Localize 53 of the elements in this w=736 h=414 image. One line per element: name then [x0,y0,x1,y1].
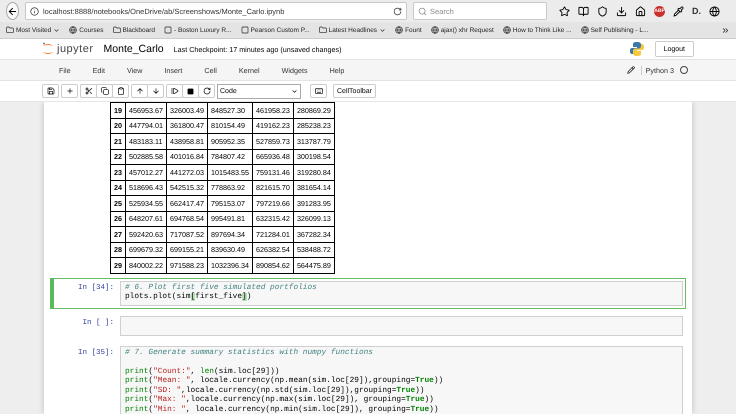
move-up-button[interactable] [131,84,148,98]
jupyter-logo-text: jupyter [57,43,94,55]
home-icon[interactable] [635,6,646,16]
search-icon [418,6,427,16]
info-icon [30,6,39,16]
bookmark-star-icon[interactable] [559,6,570,16]
globe-icon[interactable] [709,6,720,16]
folder-icon [6,26,14,34]
globe-icon [580,26,589,34]
save-icon [46,87,54,95]
globe-icon [395,26,404,34]
notebook-title[interactable]: Monte_Carlo [104,43,164,55]
globe-icon [502,26,511,34]
globe-icon [430,26,439,34]
move-down-button[interactable] [147,84,164,98]
eyedropper-icon[interactable] [673,6,684,16]
back-arrow-icon [7,6,18,16]
jupyter-logo-icon [42,42,54,56]
globe-icon [69,26,78,34]
python-logo-icon [628,41,645,57]
download-icon[interactable] [616,6,627,16]
more-bookmarks-icon[interactable] [721,26,730,34]
folder-icon [112,26,121,34]
scissors-icon [84,87,92,95]
restart-button[interactable] [198,84,215,98]
down-arrow-icon [152,87,160,95]
extension-badge[interactable]: D. [692,6,701,16]
step-forward-icon [170,87,178,95]
keyboard-icon [314,87,322,95]
insert-cell-button[interactable] [61,84,78,98]
reload-icon[interactable] [393,6,402,16]
stop-icon [187,88,194,94]
copy-icon [100,87,108,95]
plus-icon [66,87,74,95]
clipboard-icon [116,87,124,95]
square-icon [240,26,248,34]
edit-icon[interactable] [626,66,635,74]
run-button[interactable] [166,84,183,98]
copy-button[interactable] [96,84,113,98]
back-button[interactable] [6,2,19,20]
restart-icon [202,87,210,95]
reader-icon[interactable] [578,6,589,16]
save-button[interactable] [42,84,59,98]
paste-button[interactable] [112,84,129,98]
square-icon [164,26,172,34]
folder-icon [318,26,327,34]
shield-icon[interactable] [597,6,608,16]
code-editor[interactable] [120,346,683,414]
command-palette-button[interactable] [310,84,327,98]
caret-icon [291,88,298,94]
cut-button[interactable] [80,84,97,98]
up-arrow-icon [136,87,144,95]
stop-button[interactable] [182,84,199,98]
